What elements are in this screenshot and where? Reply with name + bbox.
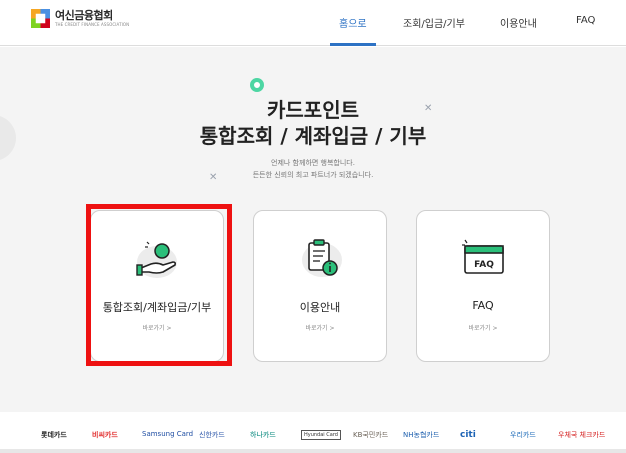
card-shortcut-link[interactable]: 바로가기 > (254, 323, 386, 332)
card-faq[interactable]: FAQ FAQ 바로가기 > (416, 210, 550, 362)
clipboard-info-icon (302, 239, 342, 277)
highlight-box (86, 204, 232, 366)
hero-description-line2: 든든한 신뢰의 최고 파트너가 되겠습니다. (252, 171, 374, 179)
nav-faq[interactable]: FAQ (576, 15, 595, 26)
hero-title-line1: 카드포인트 (267, 98, 359, 122)
partner-hana-card[interactable]: 하나카드 (250, 430, 276, 440)
partner-hyundai-card[interactable]: Hyundai Card (301, 430, 341, 440)
partner-nh-card[interactable]: NH농협카드 (403, 430, 439, 440)
card-guide[interactable]: 이용안내 바로가기 > (253, 210, 387, 362)
partner-kb-card[interactable]: KB국민카드 (353, 430, 388, 440)
partner-citi[interactable]: citi (460, 430, 476, 440)
nav-home[interactable]: 홈으로 (339, 15, 367, 30)
nav-active-underline (330, 43, 376, 46)
partner-bc-card[interactable]: 비씨카드 (92, 430, 118, 440)
nav-guide[interactable]: 이용안내 (500, 15, 537, 30)
partner-woori-card[interactable]: 우리카드 (510, 430, 536, 440)
hero-description-line1: 언제나 함께하면 행복합니다. (271, 159, 355, 167)
hero-title-line2: 통합조회 / 계좌입금 / 기부 (199, 124, 427, 148)
svg-text:FAQ: FAQ (474, 260, 494, 270)
card-shortcut-link[interactable]: 바로가기 > (417, 323, 549, 332)
bottom-bar (0, 449, 626, 453)
partner-bar: 롯데카드 비씨카드 Samsung Card 신한카드 하나카드 Hyundai… (0, 412, 626, 453)
header: 여신금융협회 THE CREDIT FINANCE ASSOCIATION 홈으… (0, 0, 626, 46)
partner-post-check-card[interactable]: 우체국 체크카드 (558, 430, 605, 440)
nav-inquiry-deposit-donate[interactable]: 조회/입금/기부 (403, 15, 465, 30)
partner-samsung-card[interactable]: Samsung Card (142, 430, 193, 438)
main-nav: 홈으로 조회/입금/기부 이용안내 FAQ (0, 0, 626, 46)
ring-decoration-icon (250, 78, 264, 92)
card-label: 이용안내 (299, 301, 341, 314)
partner-shinhan-card[interactable]: 신한카드 (199, 430, 225, 440)
card-label: FAQ (472, 299, 494, 312)
faq-window-icon: FAQ (462, 239, 504, 274)
partner-lotte-card[interactable]: 롯데카드 (41, 430, 67, 440)
